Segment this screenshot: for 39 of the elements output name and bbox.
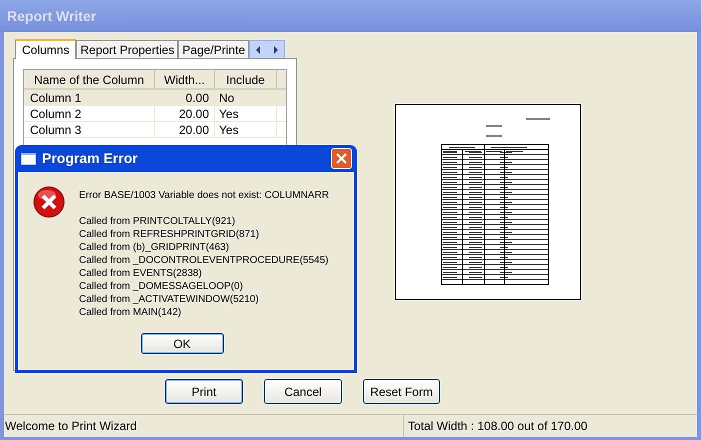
stack-trace-line: Called from PRINTCOLTALLY(921) xyxy=(79,215,236,228)
stack-trace-line: Called from EVENTS(2838) xyxy=(79,267,203,280)
stack-trace-line: Called from (b)_GRIDPRINT(463) xyxy=(79,241,230,254)
table-cell: Column 3 xyxy=(24,122,155,137)
status-text: Welcome to Print Wizard xyxy=(4,415,404,437)
table-cell: Yes xyxy=(215,122,277,137)
button[interactable]: Reset Form xyxy=(363,379,440,404)
window-title: Report Writer xyxy=(7,6,96,26)
table-cell: No xyxy=(215,90,277,105)
error-icon xyxy=(32,186,64,218)
table-cell: Column 2 xyxy=(24,106,155,121)
window-icon xyxy=(21,152,36,164)
stack-trace-line: Called from _DOCONTROLEVENTPROCEDURE(5545) xyxy=(79,254,329,267)
table-cell: 0.00 xyxy=(155,90,215,105)
tab[interactable]: Report Properties xyxy=(76,40,178,58)
close-button[interactable] xyxy=(331,148,352,169)
stack-trace-line: Called from REFRESHPRINTGRID(871) xyxy=(79,228,260,241)
button[interactable]: Cancel xyxy=(264,379,342,404)
stack-trace-line: Called from _DOMESSAGELOOP(0) xyxy=(79,280,244,293)
status-text: Total Width : 108.00 out of 170.00 xyxy=(407,418,588,435)
table-cell: 20.00 xyxy=(155,106,215,121)
table-row[interactable]: Column 1 0.00 No xyxy=(24,90,286,106)
column-header[interactable]: Name of the Column xyxy=(24,70,155,88)
close-icon xyxy=(336,153,347,164)
column-header[interactable]: Include xyxy=(215,70,277,88)
column-header[interactable]: Width... xyxy=(155,70,215,88)
table-cell: Column 1 xyxy=(24,90,155,105)
error-message: Error BASE/1003 Variable does not exist: COLUMNARR xyxy=(79,189,329,202)
ok-button[interactable]: OK xyxy=(140,333,224,354)
dialog-title: Program Error xyxy=(42,149,138,168)
tab[interactable]: Page/Printe xyxy=(178,40,250,58)
stack-trace-line: Called from MAIN(142) xyxy=(79,306,182,319)
stack-trace-line: Called from _ACTIVATEWINDOW(5210) xyxy=(79,293,260,306)
table-row[interactable]: Column 3 20.00 Yes xyxy=(24,122,286,138)
table-cell: 20.00 xyxy=(155,122,215,137)
button[interactable]: Print xyxy=(165,379,243,404)
tab[interactable]: Columns xyxy=(15,39,76,59)
table-row[interactable]: Column 2 20.00 Yes xyxy=(24,106,286,122)
table-cell: Yes xyxy=(215,106,277,121)
